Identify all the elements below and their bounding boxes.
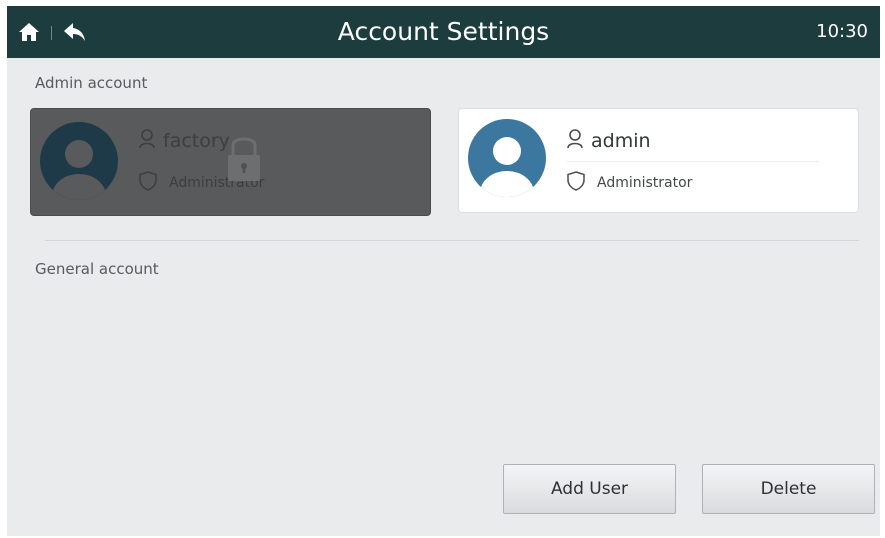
clock-time: 10:30 <box>816 21 868 42</box>
add-user-button[interactable]: Add User <box>503 464 676 514</box>
person-icon <box>139 129 155 153</box>
shield-icon <box>139 171 157 195</box>
section-divider <box>45 240 859 241</box>
person-icon <box>567 129 583 153</box>
shield-icon <box>567 171 585 195</box>
header-bar: Account Settings 10:30 <box>7 6 880 58</box>
page-title: Account Settings <box>337 17 550 46</box>
account-name-row: admin <box>567 129 651 153</box>
general-account-label: General account <box>35 260 159 278</box>
account-name: factory <box>163 130 230 152</box>
account-card-admin[interactable]: admin Administrator <box>458 108 859 213</box>
account-role: Administrator <box>597 175 693 191</box>
account-name: admin <box>591 130 651 152</box>
account-name-row: factory <box>139 129 230 153</box>
lock-icon <box>224 131 264 183</box>
name-divider <box>567 161 819 162</box>
account-card-factory[interactable]: factory Administrator <box>30 108 431 216</box>
user-avatar-icon <box>468 119 546 197</box>
admin-account-label: Admin account <box>35 74 148 92</box>
user-avatar-icon <box>40 122 118 200</box>
account-settings-screen: Account Settings 10:30 Admin account fac… <box>7 6 880 536</box>
delete-button[interactable]: Delete <box>702 464 875 514</box>
account-role-row: Administrator <box>567 171 692 195</box>
